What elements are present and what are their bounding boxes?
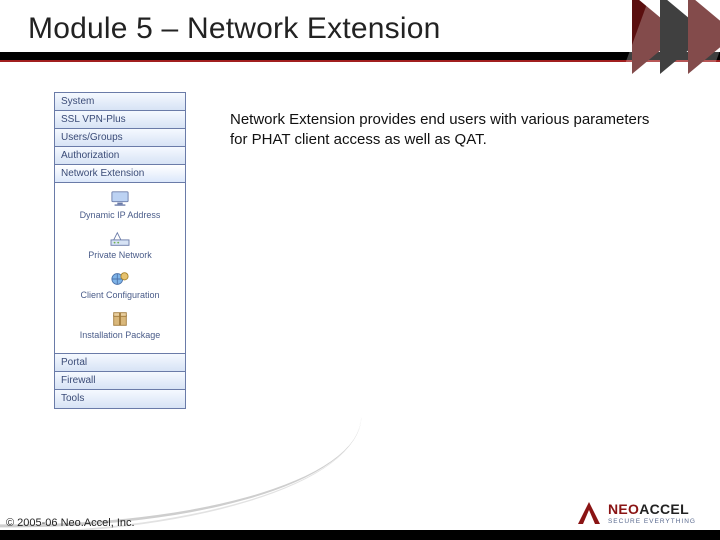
sidebar-tab-users-groups[interactable]: Users/Groups [55,129,185,147]
brand-logo: NEOACCEL SECURE EVERYTHING [576,500,696,526]
gear-globe-icon [109,270,131,288]
sidebar-tab-portal[interactable]: Portal [55,354,185,372]
logo-tagline: SECURE EVERYTHING [608,518,696,525]
logo-word-neo: NEO [608,501,639,517]
sidebar-item-label: Client Configuration [80,290,159,300]
sidebar-tab-system[interactable]: System [55,93,185,111]
sidebar-item-label: Installation Package [80,330,161,340]
copyright-text: © 2005-06 Neo.Accel, Inc. [6,517,135,529]
sidebar-tab-tools[interactable]: Tools [55,390,185,408]
sidebar-panel: System SSL VPN-Plus Users/Groups Authori… [54,92,186,409]
network-icon [109,230,131,248]
sidebar-item-label: Private Network [88,250,152,260]
decorative-chevrons [556,0,720,74]
sidebar-item-label: Dynamic IP Address [80,210,161,220]
body-paragraph: Network Extension provides end users wit… [230,110,670,150]
monitor-icon [109,190,131,208]
sidebar-pane: Dynamic IP Address Private Network Clien… [55,183,185,354]
package-icon [109,310,131,328]
footer: © 2005-06 Neo.Accel, Inc. NEOACCEL SECUR… [0,508,720,540]
sidebar-item-install-package[interactable]: Installation Package [55,307,185,347]
sidebar-item-client-config[interactable]: Client Configuration [55,267,185,307]
sidebar-tab-authorization[interactable]: Authorization [55,147,185,165]
sidebar-item-dynamic-ip[interactable]: Dynamic IP Address [55,187,185,227]
title-rule-accent [0,60,720,62]
title-rule [0,52,720,60]
title-bar: Module 5 – Network Extension [0,0,720,74]
sidebar-tab-firewall[interactable]: Firewall [55,372,185,390]
page-title: Module 5 – Network Extension [28,12,440,46]
footer-stripe [0,530,720,540]
logo-word-accel: ACCEL [639,501,689,517]
sidebar-item-private-network[interactable]: Private Network [55,227,185,267]
logo-mark-icon [576,500,602,526]
sidebar-tab-sslvpnplus[interactable]: SSL VPN-Plus [55,111,185,129]
sidebar-tab-network-extension[interactable]: Network Extension [55,165,185,183]
logo-text: NEOACCEL SECURE EVERYTHING [608,501,696,525]
